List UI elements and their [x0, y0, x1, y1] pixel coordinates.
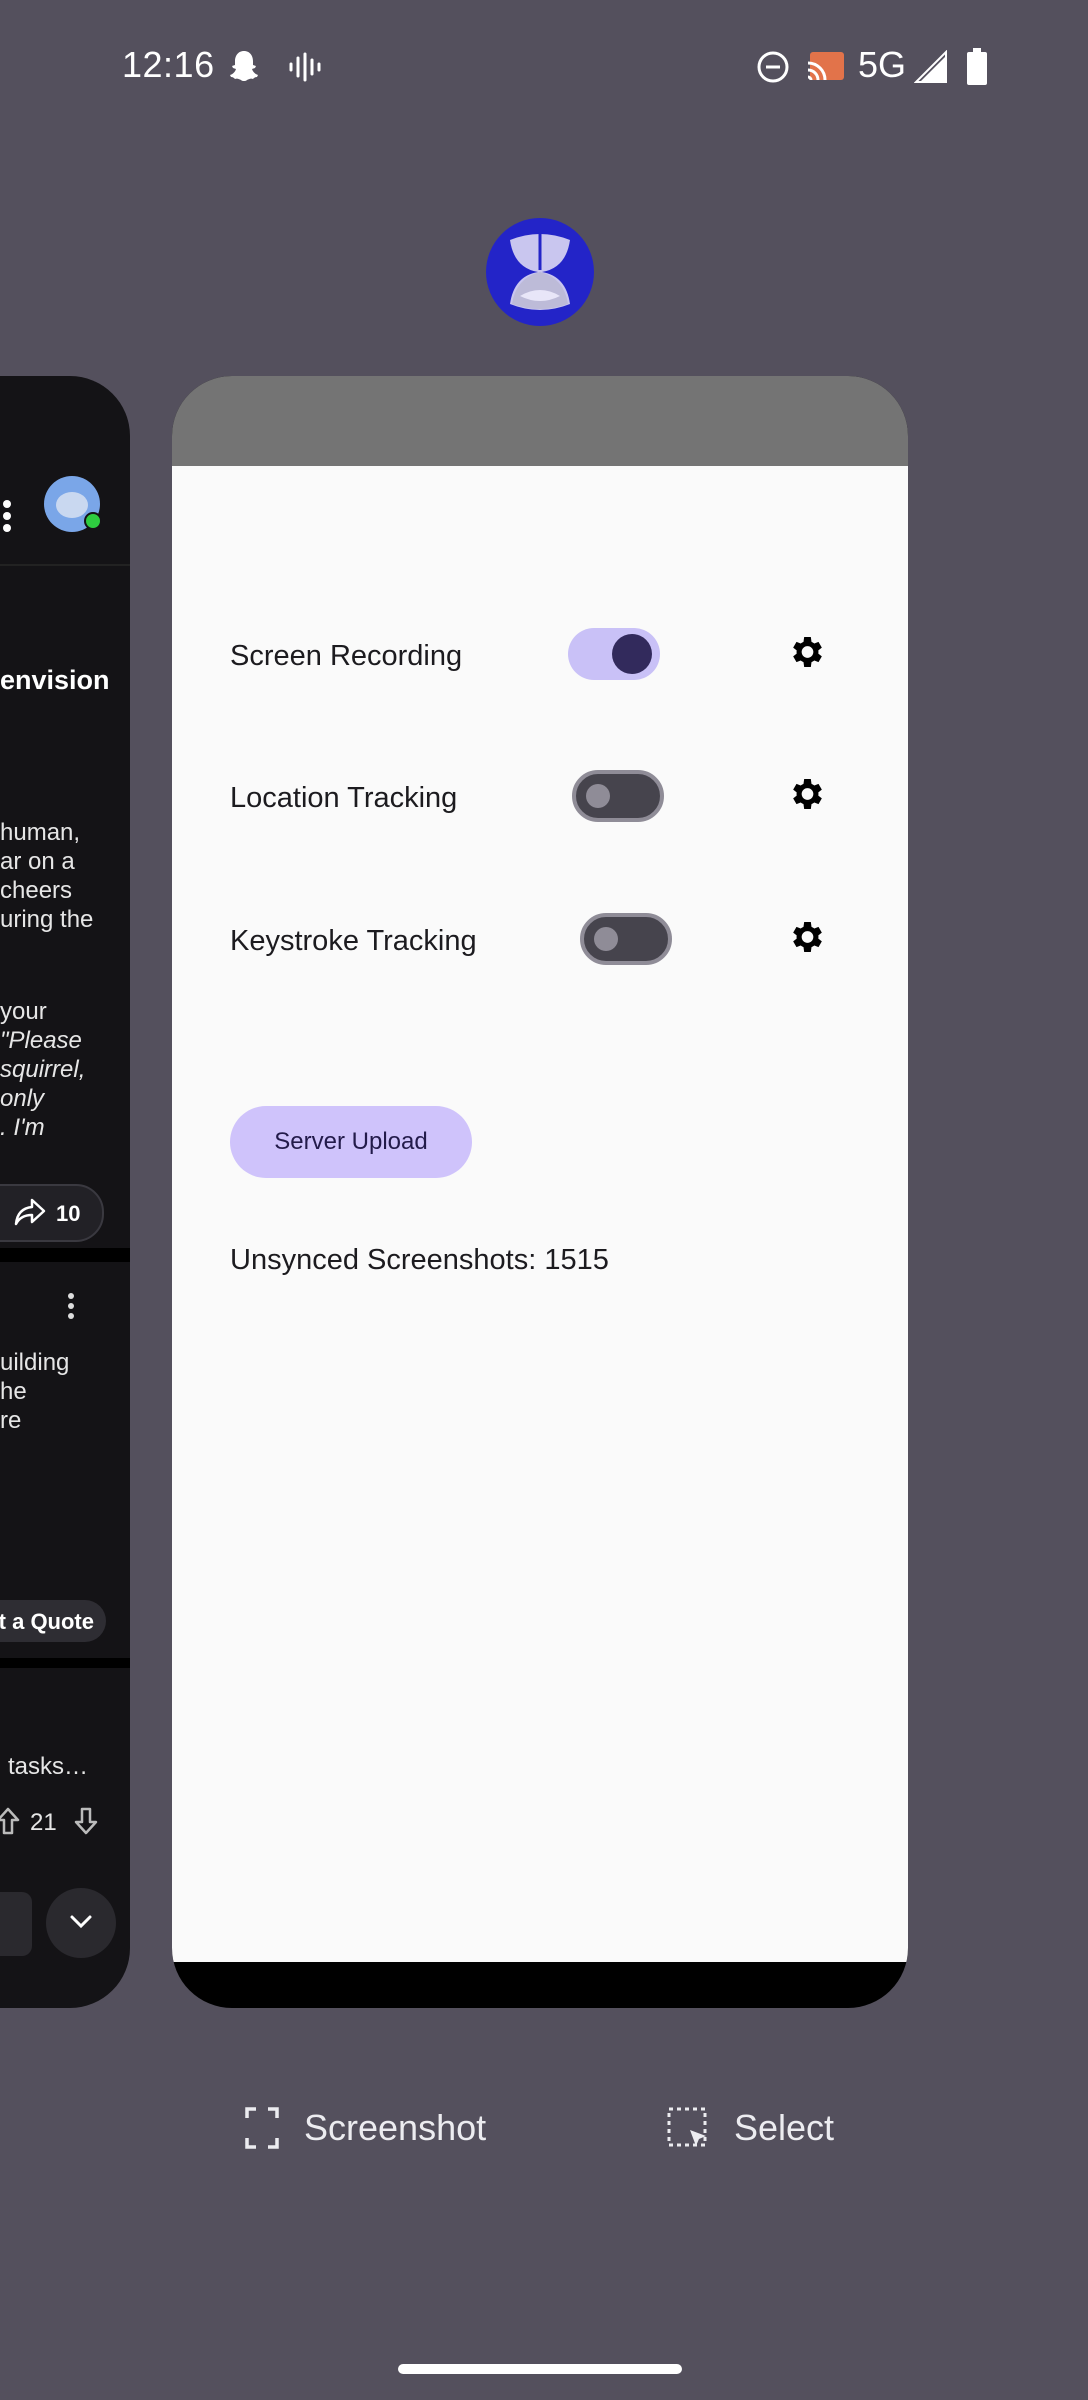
vote-count: 21 [30, 1809, 57, 1836]
post-text-line: re [0, 1407, 22, 1434]
server-upload-button[interactable]: Server Upload [230, 1106, 472, 1178]
post-text-line: ar on a [0, 848, 75, 875]
chevron-down-icon [70, 1915, 92, 1929]
share-icon [14, 1198, 46, 1226]
app-content: Screen Recording Location Tracking Keyst… [172, 466, 908, 1962]
screenshot-label: Screenshot [304, 2107, 487, 2148]
keystroke-tracking-toggle[interactable] [580, 913, 672, 965]
keystroke-tracking-settings-gear-icon[interactable] [786, 917, 826, 957]
post-text-line: uilding [0, 1349, 70, 1376]
select-label: Select [734, 2107, 835, 2148]
app-icon[interactable] [486, 218, 594, 326]
post-text-line: he [0, 1378, 27, 1405]
location-tracking-settings-gear-icon[interactable] [786, 774, 826, 814]
overflow-menu-icon[interactable] [0, 498, 14, 534]
post-text-line: "Please [0, 1027, 82, 1054]
share-count: 10 [56, 1201, 81, 1226]
post-text-line: cheers [0, 877, 73, 904]
screenshot-action[interactable]: Screenshot [244, 2106, 486, 2150]
post-text-line: only [0, 1085, 45, 1112]
screen-recording-label: Screen Recording [230, 640, 463, 672]
post-text-line: your [0, 998, 47, 1025]
share-button[interactable]: 10 [0, 1184, 104, 1242]
screen-recording-toggle[interactable] [568, 628, 660, 680]
battery-icon [967, 48, 987, 85]
do-not-disturb-icon [757, 51, 789, 83]
comment-input[interactable] [0, 1892, 32, 1956]
keystroke-tracking-label: Keystroke Tracking [230, 925, 477, 957]
background-app-card[interactable]: envision human, ar on a cheers uring the… [0, 376, 130, 2008]
avatar[interactable] [44, 476, 102, 532]
status-time: 12:16 [122, 44, 215, 85]
post-text-line: human, [0, 819, 81, 846]
cast-icon [807, 52, 844, 81]
select-action[interactable]: Select [666, 2106, 834, 2150]
screen-recording-settings-gear-icon[interactable] [786, 632, 826, 672]
card-header [172, 376, 908, 466]
snapchat-icon [230, 51, 258, 81]
network-type: 5G [858, 44, 907, 85]
post-text-line: uring the [0, 906, 94, 933]
screenshot-frame-icon [245, 2107, 279, 2149]
location-tracking-toggle[interactable] [572, 770, 664, 822]
app-card[interactable]: Screen Recording Location Tracking Keyst… [172, 376, 908, 2008]
upvote-icon[interactable] [0, 1806, 20, 1836]
overflow-menu-icon[interactable] [66, 1292, 76, 1320]
location-tracking-label: Location Tracking [230, 782, 458, 814]
downvote-icon[interactable] [74, 1806, 98, 1836]
scroll-down-button[interactable] [46, 1888, 116, 1958]
audio-wave-icon [289, 52, 321, 82]
unsynced-screenshots-text: Unsynced Screenshots: 1515 [230, 1244, 609, 1276]
home-gesture-bar[interactable] [398, 2364, 682, 2374]
post-text-line: squirrel, [0, 1056, 86, 1083]
signal-icon [914, 50, 947, 83]
post-text-line: l tasks… [0, 1753, 89, 1780]
get-quote-button[interactable]: t a Quote [0, 1600, 106, 1642]
select-region-icon [667, 2107, 707, 2147]
post-headline: envision [0, 665, 110, 695]
post-text-line: . I'm [0, 1114, 45, 1141]
